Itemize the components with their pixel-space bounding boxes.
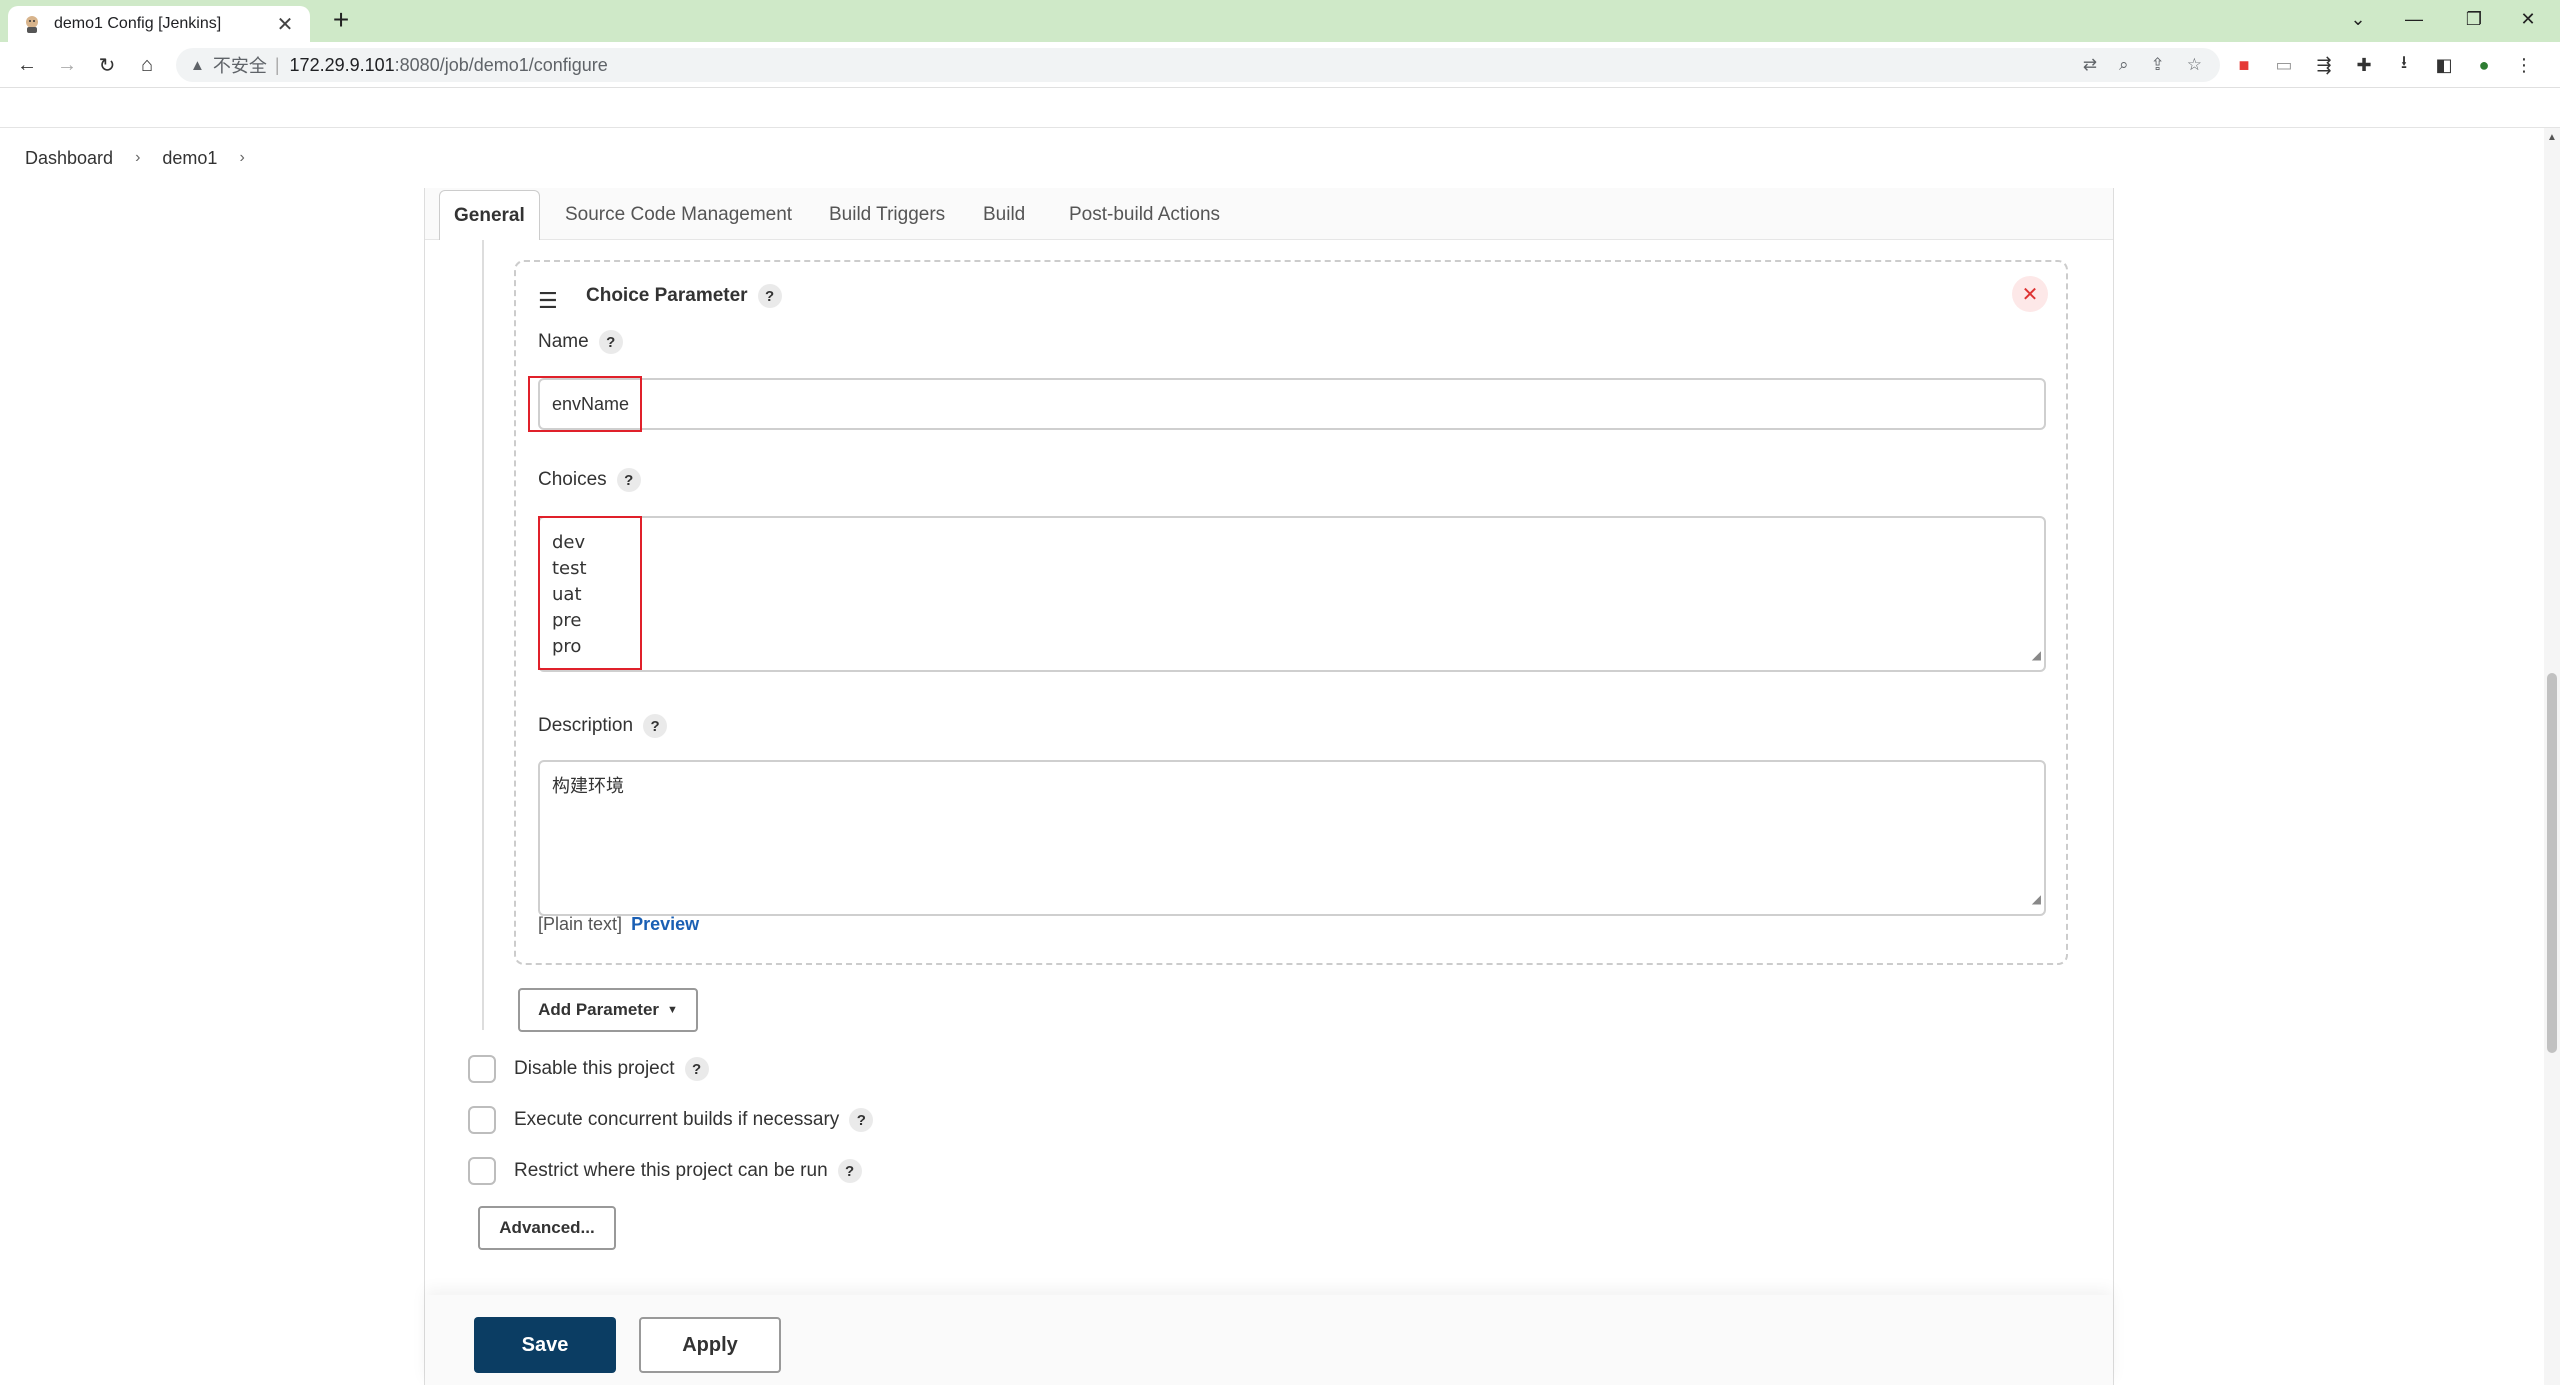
name-highlight-box bbox=[528, 376, 642, 432]
option-label: Disable this project bbox=[514, 1058, 675, 1079]
help-icon[interactable]: ? bbox=[684, 1057, 709, 1081]
choices-textarea[interactable]: dev test uat pre pro ◢ bbox=[538, 516, 2046, 672]
tab-source-code-management[interactable]: Source Code Management bbox=[565, 190, 792, 240]
profile-avatar-icon[interactable]: ● bbox=[2474, 55, 2494, 76]
breadcrumb-chevron-icon[interactable]: › bbox=[239, 149, 244, 167]
help-icon[interactable]: ? bbox=[598, 330, 623, 354]
option-label: Execute concurrent builds if necessary bbox=[514, 1109, 840, 1130]
security-label: 不安全 bbox=[212, 56, 267, 76]
scroll-up-icon[interactable]: ▲ bbox=[2547, 132, 2557, 143]
page-scrollbar[interactable]: ▲ bbox=[2544, 128, 2560, 1385]
plain-text-label: [Plain text] bbox=[538, 914, 623, 934]
resize-handle-icon[interactable]: ◢ bbox=[2032, 886, 2041, 912]
tab-build-triggers[interactable]: Build Triggers bbox=[829, 190, 945, 240]
nesting-line bbox=[482, 240, 484, 1030]
concurrent-builds-checkbox[interactable] bbox=[468, 1106, 496, 1134]
name-label-text: Name bbox=[538, 331, 589, 353]
translate-icon[interactable]: ⇄ bbox=[2083, 55, 2097, 75]
choice-line: test bbox=[552, 558, 587, 579]
reload-icon[interactable]: ↻ bbox=[92, 50, 122, 80]
preview-link[interactable]: Preview bbox=[631, 914, 699, 934]
add-parameter-label: Add Parameter bbox=[538, 1000, 660, 1019]
description-field-label: Description? bbox=[538, 714, 668, 738]
download-icon[interactable]: ⭳ bbox=[2394, 50, 2414, 80]
name-input[interactable]: envName bbox=[538, 378, 2046, 430]
option-label: Restrict where this project can be run bbox=[514, 1160, 828, 1181]
option-concurrent-builds: Execute concurrent builds if necessary ? bbox=[468, 1105, 874, 1135]
extensions-puzzle-icon[interactable]: ✚ bbox=[2354, 55, 2374, 76]
help-icon[interactable]: ? bbox=[837, 1159, 862, 1183]
description-text: 构建环境 bbox=[552, 776, 624, 797]
address-path: :8080/job/demo1/configure bbox=[394, 54, 608, 75]
choice-line: uat bbox=[552, 584, 582, 605]
warning-icon: ▲ bbox=[190, 56, 205, 74]
address-host: 172.29.9.101 bbox=[289, 54, 395, 75]
markup-format-line: [Plain text] Preview bbox=[538, 914, 699, 935]
help-icon[interactable]: ? bbox=[616, 468, 641, 492]
config-tabs: General Source Code Management Build Tri… bbox=[425, 188, 2113, 240]
browser-tab-strip: demo1 Config [Jenkins] ✕ + ⌄ — ❐ ✕ bbox=[0, 0, 2560, 42]
description-textarea[interactable]: 构建环境 ◢ bbox=[538, 760, 2046, 916]
bookmark-star-icon[interactable]: ☆ bbox=[2187, 55, 2202, 75]
choice-line: pro bbox=[552, 636, 582, 657]
zoom-icon[interactable]: ⌕ bbox=[2119, 55, 2129, 75]
choices-highlight-box bbox=[538, 516, 642, 670]
extension-network-icon[interactable]: ⇶ bbox=[2314, 55, 2334, 76]
breadcrumb-chevron-icon[interactable]: › bbox=[135, 149, 140, 167]
help-icon[interactable]: ? bbox=[849, 1108, 874, 1132]
add-parameter-button[interactable]: Add Parameter ▼ bbox=[518, 988, 698, 1032]
parameter-title-text: Choice Parameter bbox=[586, 285, 748, 307]
extension-red-icon[interactable]: ■ bbox=[2234, 55, 2254, 76]
extension-grey-icon[interactable]: ▭ bbox=[2274, 55, 2294, 76]
choice-line: pre bbox=[552, 610, 582, 631]
browser-tab[interactable]: demo1 Config [Jenkins] ✕ bbox=[8, 6, 310, 42]
disable-project-checkbox[interactable] bbox=[468, 1055, 496, 1083]
browser-menu-icon[interactable]: ⋮ bbox=[2514, 55, 2534, 76]
forward-icon[interactable]: → bbox=[52, 50, 82, 80]
help-icon[interactable]: ? bbox=[757, 284, 782, 308]
choices-label-text: Choices bbox=[538, 469, 607, 491]
option-restrict-where: Restrict where this project can be run ? bbox=[468, 1156, 862, 1186]
choices-field-label: Choices? bbox=[538, 468, 641, 492]
address-separator: | bbox=[274, 54, 280, 75]
tab-post-build-actions[interactable]: Post-build Actions bbox=[1069, 190, 1220, 240]
breadcrumb: Dashboard › demo1 › bbox=[0, 129, 2544, 187]
restore-icon[interactable]: ❐ bbox=[2446, 0, 2502, 38]
choice-line: dev bbox=[552, 532, 586, 553]
parameter-title: Choice Parameter? bbox=[586, 284, 782, 308]
back-icon[interactable]: ← bbox=[12, 50, 42, 80]
scrollbar-thumb[interactable] bbox=[2547, 673, 2557, 1053]
drag-handle-icon[interactable]: ☰ bbox=[538, 288, 558, 314]
tab-build[interactable]: Build bbox=[983, 190, 1025, 240]
breadcrumb-demo1[interactable]: demo1 bbox=[162, 148, 217, 169]
help-icon[interactable]: ? bbox=[643, 714, 668, 738]
caret-down-icon: ▼ bbox=[667, 1004, 678, 1016]
new-tab-button[interactable]: + bbox=[326, 6, 356, 36]
advanced-button[interactable]: Advanced... bbox=[478, 1206, 616, 1250]
browser-toolbar: ← → ↻ ⌂ ▲ 不安全 | 172.29.9.101 :8080/job/d… bbox=[0, 42, 2560, 88]
tab-title: demo1 Config [Jenkins] bbox=[54, 15, 222, 32]
resize-handle-icon[interactable]: ◢ bbox=[2032, 642, 2041, 668]
choice-parameter-block: ☰ Choice Parameter? ✕ Name? envName Choi… bbox=[514, 260, 2068, 965]
apply-button[interactable]: Apply bbox=[639, 1317, 781, 1373]
jenkins-header bbox=[0, 88, 2560, 128]
name-field-label: Name? bbox=[538, 330, 623, 354]
restrict-where-checkbox[interactable] bbox=[468, 1157, 496, 1185]
jenkins-favicon-icon bbox=[22, 14, 42, 34]
window-close-icon[interactable]: ✕ bbox=[2500, 0, 2556, 38]
minimize-icon[interactable]: — bbox=[2386, 0, 2442, 38]
side-panel-icon[interactable]: ◧ bbox=[2434, 55, 2454, 76]
address-bar[interactable]: ▲ 不安全 | 172.29.9.101 :8080/job/demo1/con… bbox=[176, 48, 2220, 82]
home-icon[interactable]: ⌂ bbox=[132, 50, 162, 80]
share-icon[interactable]: ⇪ bbox=[2151, 55, 2165, 75]
tab-general[interactable]: General bbox=[439, 190, 540, 240]
save-button[interactable]: Save bbox=[474, 1317, 616, 1373]
option-disable-project: Disable this project ? bbox=[468, 1054, 709, 1084]
description-label-text: Description bbox=[538, 715, 634, 737]
tab-search-icon[interactable]: ⌄ bbox=[2330, 0, 2386, 38]
breadcrumb-dashboard[interactable]: Dashboard bbox=[25, 148, 113, 169]
tab-close-icon[interactable]: ✕ bbox=[274, 12, 296, 37]
delete-parameter-icon[interactable]: ✕ bbox=[2012, 276, 2048, 312]
